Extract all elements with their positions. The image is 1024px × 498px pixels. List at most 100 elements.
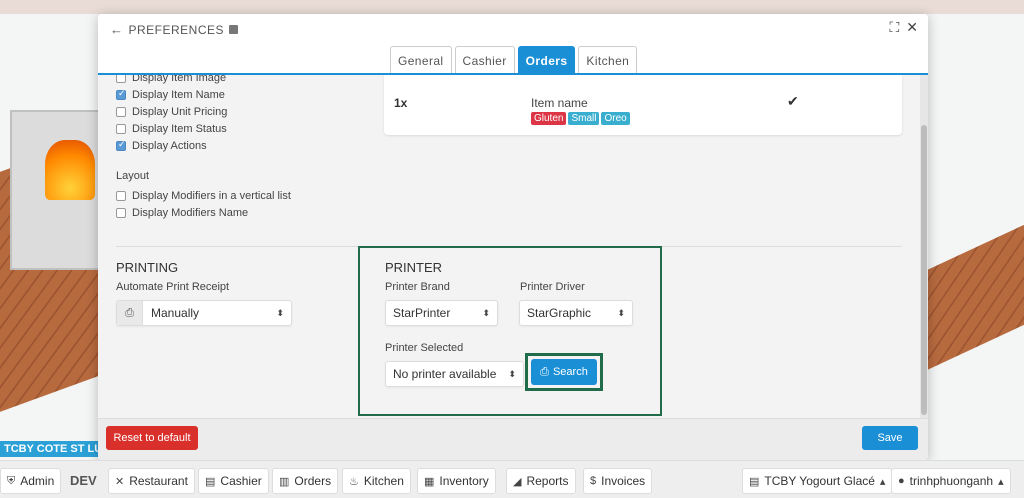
printer-title: PRINTER — [385, 260, 443, 275]
nav-orders[interactable]: ▥ Orders — [272, 468, 339, 494]
scrollbar[interactable] — [920, 75, 928, 418]
env-label: DEV — [70, 473, 97, 488]
order-preview-card: 1x Item name Gluten Small Oreo ✔ — [384, 75, 902, 135]
printer-brand-label: Printer Brand — [385, 281, 450, 293]
option-display-item-image[interactable]: Display Item Image — [116, 75, 226, 84]
tab-bar: General Cashier Orders Kitchen — [390, 46, 638, 74]
caret-up-icon: ▴ — [998, 475, 1004, 488]
option-label: Display Item Status — [132, 123, 227, 135]
preferences-modal: ← PREFERENCES ⛶ ✕ General Cashier Orders… — [98, 14, 928, 460]
nav-reports[interactable]: ◢ Reports — [506, 468, 576, 494]
cash-register-icon: ▤ — [205, 475, 216, 488]
option-label: Display Unit Pricing — [132, 106, 228, 118]
option-label: Display Item Name — [132, 89, 225, 101]
printer-selected-select[interactable]: No printer available ⬍ — [385, 361, 524, 387]
checkbox[interactable] — [116, 107, 126, 117]
chevron-updown-icon: ⬍ — [508, 368, 516, 379]
layout-title: Layout — [116, 170, 150, 182]
modifier-badge: Small — [568, 112, 600, 125]
floppy-icon — [229, 25, 239, 34]
modifier-badge: Oreo — [601, 112, 630, 125]
check-icon[interactable]: ✔ — [787, 93, 799, 110]
auto-print-select[interactable]: ⎙ Manually ⬍ — [116, 300, 292, 326]
nav-kitchen[interactable]: ♨ Kitchen — [342, 468, 411, 494]
checkbox[interactable] — [116, 75, 126, 83]
save-button[interactable]: Save — [862, 426, 918, 450]
select-value: StarGraphic — [527, 306, 592, 320]
nav-label: Restaurant — [129, 474, 188, 488]
modal-body: Display Item Image Display Item Name Dis… — [98, 75, 920, 418]
tab-orders[interactable]: Orders — [517, 46, 576, 74]
inventory-icon: ▦ — [424, 475, 435, 488]
fullscreen-icon[interactable]: ⛶ — [889, 19, 899, 36]
nav-label: Kitchen — [363, 474, 404, 488]
checkbox[interactable] — [116, 88, 126, 100]
tab-general[interactable]: General — [390, 46, 452, 74]
back-arrow-icon[interactable]: ← — [110, 22, 124, 37]
store-selector[interactable]: ▤ TCBY Yogourt Glacé ▴ — [742, 468, 893, 494]
option-modifiers-vertical[interactable]: Display Modifiers in a vertical list — [116, 190, 291, 202]
bottom-nav: ⛨ Admin DEV ✕ Restaurant ▤ Cashier ▥ Ord… — [0, 460, 1024, 498]
select-value: StarPrinter — [393, 306, 451, 320]
tab-cashier[interactable]: Cashier — [454, 46, 515, 74]
nav-admin[interactable]: ⛨ Admin — [0, 468, 62, 494]
option-label: Display Modifiers in a vertical list — [132, 190, 291, 202]
user-label: trinhphuonganh — [909, 474, 994, 488]
dollar-icon: $ — [590, 475, 597, 487]
option-display-actions[interactable]: Display Actions — [116, 139, 207, 152]
chef-icon: ♨ — [349, 475, 359, 488]
nav-invoices[interactable]: $ Invoices — [583, 468, 653, 494]
option-display-item-name[interactable]: Display Item Name — [116, 88, 225, 101]
nav-label: Invoices — [601, 474, 646, 488]
chevron-updown-icon: ⬍ — [617, 307, 625, 318]
modal-footer: Reset to default Save — [98, 418, 928, 460]
receipt-icon: ▥ — [279, 475, 290, 488]
checkbox[interactable] — [116, 139, 126, 151]
nav-inventory[interactable]: ▦ Inventory — [417, 468, 496, 494]
printing-title: PRINTING — [116, 260, 179, 275]
chevron-updown-icon: ⬍ — [482, 307, 490, 318]
modifier-list: Gluten Small Oreo — [531, 112, 630, 125]
checkbox[interactable] — [116, 208, 126, 218]
nav-restaurant[interactable]: ✕ Restaurant — [108, 468, 195, 494]
nav-cashier[interactable]: ▤ Cashier — [198, 468, 269, 494]
nav-label: Orders — [294, 474, 332, 488]
store-label: TCBY Yogourt Glacé — [764, 474, 875, 488]
printer-driver-select[interactable]: StarGraphic ⬍ — [519, 300, 633, 326]
option-label: Display Actions — [132, 140, 207, 152]
nav-label: Cashier — [220, 474, 262, 488]
modal-header: ← PREFERENCES ⛶ ✕ General Cashier Orders… — [98, 14, 928, 75]
option-display-unit-pricing[interactable]: Display Unit Pricing — [116, 106, 227, 118]
option-modifiers-name[interactable]: Display Modifiers Name — [116, 207, 248, 219]
shield-icon: ⛨ — [7, 474, 16, 487]
search-button-highlight: ⎙ Search — [525, 353, 603, 391]
nav-label: Reports — [526, 474, 569, 488]
header-icons: ⛶ ✕ — [889, 19, 918, 36]
auto-print-label: Automate Print Receipt — [116, 281, 230, 293]
order-item-name: Item name — [531, 96, 588, 110]
printer-driver-label: Printer Driver — [520, 281, 585, 293]
option-label: Display Item Image — [132, 75, 227, 84]
select-value: Manually — [151, 306, 200, 320]
wall — [0, 0, 1024, 14]
scroll-thumb[interactable] — [921, 125, 927, 415]
checkbox[interactable] — [116, 124, 126, 134]
reset-to-default-button[interactable]: Reset to default — [106, 426, 198, 450]
utensils-icon: ✕ — [115, 475, 125, 488]
nav-label: Inventory — [439, 474, 489, 488]
chart-icon: ◢ — [513, 475, 522, 488]
nav-label: Admin — [20, 474, 55, 488]
search-label: Search — [552, 366, 588, 378]
option-display-item-status[interactable]: Display Item Status — [116, 123, 227, 135]
printer-brand-select[interactable]: StarPrinter ⬍ — [385, 300, 498, 326]
checkbox[interactable] — [116, 191, 126, 201]
printer-selected-label: Printer Selected — [385, 342, 464, 354]
select-value: No printer available — [393, 367, 497, 381]
close-icon[interactable]: ✕ — [906, 19, 918, 36]
user-menu[interactable]: ● trinhphuonganh ▴ — [891, 468, 1011, 494]
modal-title-text: PREFERENCES — [128, 22, 225, 37]
modifier-badge: Gluten — [531, 112, 567, 125]
printer-search-icon: ⎙ — [540, 365, 549, 378]
search-printer-button[interactable]: ⎙ Search — [531, 359, 597, 385]
tab-kitchen[interactable]: Kitchen — [578, 46, 638, 74]
